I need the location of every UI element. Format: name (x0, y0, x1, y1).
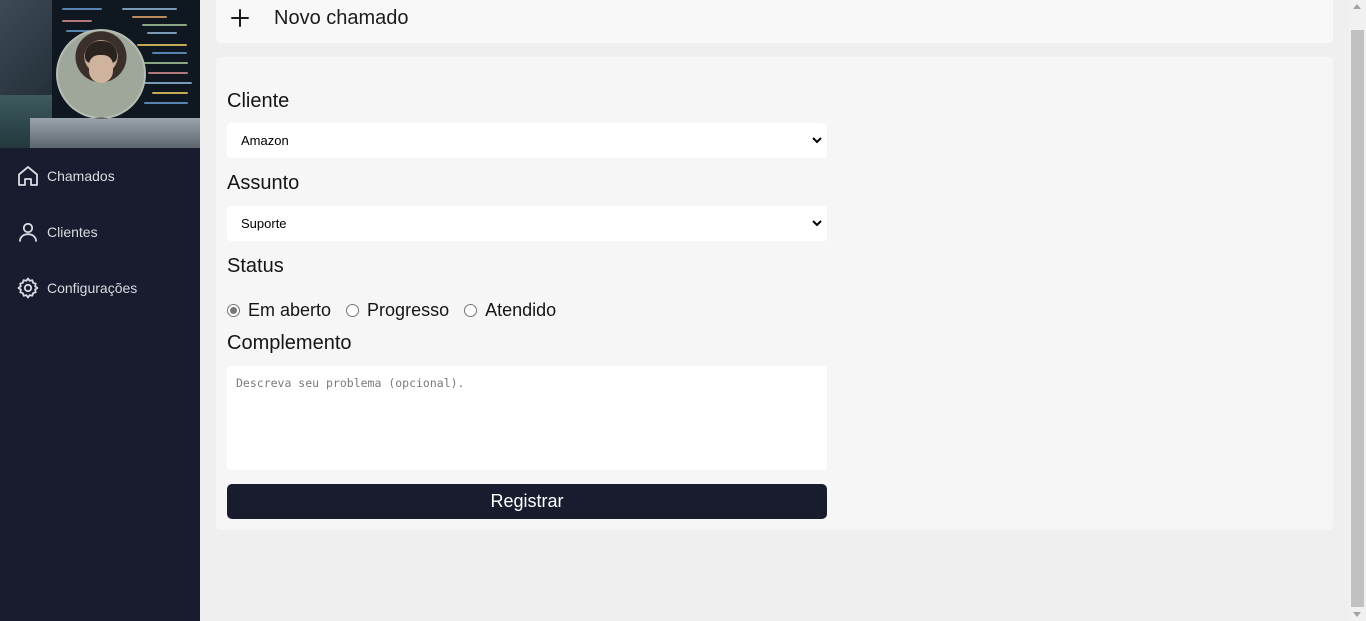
cliente-select-value: Amazon (241, 133, 289, 148)
status-option-atendido[interactable]: Atendido (464, 300, 556, 321)
laptop-base-image (30, 118, 200, 148)
chevron-down-icon (811, 217, 823, 229)
plus-icon (230, 8, 250, 28)
radio-button[interactable] (227, 303, 240, 317)
page-title: Novo chamado (274, 7, 409, 29)
radio-button[interactable] (464, 303, 478, 317)
cliente-select[interactable]: Amazon (227, 123, 827, 158)
gear-icon (16, 276, 40, 300)
complemento-label: Complemento (227, 332, 352, 354)
chevron-down-icon (811, 134, 823, 146)
new-ticket-form: Cliente Amazon Assunto Suporte Status Em… (216, 57, 1333, 530)
status-option-label: Atendido (485, 299, 557, 320)
user-icon (16, 220, 40, 244)
cliente-label: Cliente (227, 90, 290, 112)
scroll-down-arrow-icon[interactable] (1353, 612, 1361, 617)
sidebar-item-label: Configurações (47, 280, 138, 296)
assunto-label: Assunto (227, 172, 300, 194)
status-option-em-aberto[interactable]: Em aberto (227, 300, 331, 321)
profile-banner (0, 0, 200, 148)
assunto-select-value: Suporte (241, 216, 287, 231)
status-radio-group: Em aberto Progresso Atendido (227, 298, 571, 322)
radio-button[interactable] (346, 303, 360, 317)
page-header: Novo chamado (216, 0, 1333, 43)
assunto-select[interactable]: Suporte (227, 206, 827, 241)
home-icon (16, 164, 40, 188)
sidebar-item-clientes[interactable]: Clientes (0, 212, 200, 252)
sidebar: Chamados Clientes Configurações (0, 0, 200, 621)
status-label: Status (227, 255, 284, 277)
sidebar-item-configuracoes[interactable]: Configurações (0, 268, 200, 308)
complemento-textarea[interactable]: Descreva seu problema (opcional). (227, 366, 827, 470)
page-scrollbar[interactable] (1349, 0, 1366, 621)
status-option-label: Progresso (367, 299, 450, 320)
sidebar-item-chamados[interactable]: Chamados (0, 156, 200, 196)
sidebar-item-label: Clientes (47, 224, 98, 240)
complemento-placeholder: Descreva seu problema (opcional). (236, 376, 465, 390)
sidebar-item-label: Chamados (47, 168, 115, 184)
status-option-progresso[interactable]: Progresso (346, 300, 449, 321)
status-option-label: Em aberto (248, 299, 332, 320)
scrollbar-thumb[interactable] (1351, 30, 1364, 607)
registrar-button[interactable]: Registrar (227, 484, 827, 519)
avatar (56, 29, 146, 119)
scroll-up-arrow-icon[interactable] (1353, 4, 1361, 9)
